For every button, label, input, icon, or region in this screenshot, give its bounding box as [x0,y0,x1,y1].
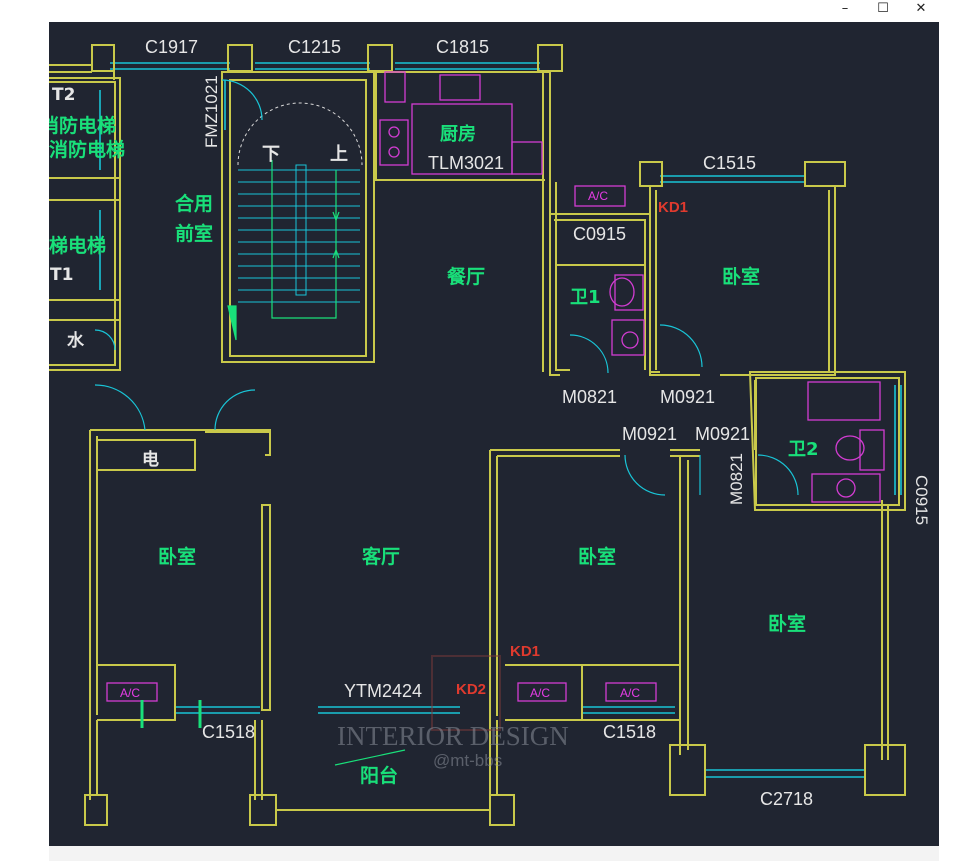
stair-arrows [227,160,340,341]
shared-lobby-label-2: 前室 [175,222,213,245]
elevator-label-3: 客梯电梯 [49,234,106,257]
elevator-t2-label: T2 [52,85,75,105]
electric-room-label: 电 [142,449,159,470]
door-m0921-label: M0921 [622,424,677,444]
annotation-labels: C1917 C1215 C1815 FMZ1021 TLM3021 C1515 … [120,37,931,809]
window-c2718-label: C2718 [760,789,813,809]
water-room-label: 水 [67,330,85,351]
window-c1215-label: C1215 [288,37,341,57]
elevator-label-1: 消防电梯 [49,114,116,137]
shared-lobby-label-1: 合用 [175,192,213,215]
door-tlm3021-label: TLM3021 [428,153,504,173]
minimize-button[interactable]: – [826,0,864,18]
status-bar [49,846,939,861]
door-m0821-label: M0821 [727,453,746,505]
app-window: – ☐ ✕ T2 消防电梯 兼消防电梯 客梯电梯 T1 水 合用 前室 下 上 … [49,0,939,861]
elevator-t1-label: T1 [50,265,73,285]
bedroom-w-label: 卧室 [158,545,196,568]
close-button[interactable]: ✕ [902,0,940,18]
door-fmz1021-label: FMZ1021 [202,75,221,148]
axis-ticks [140,700,202,728]
door-m0921-label: M0921 [660,387,715,407]
living-room-label: 客厅 [362,545,400,568]
ac-unit-label: A/C [530,686,550,700]
bath1-label: 卫1 [570,287,601,308]
door-m0921-label: M0921 [695,424,750,444]
elevator-label-2: 兼消防电梯 [49,138,125,161]
balcony-leader [334,749,406,766]
window-c1518-label: C1518 [603,722,656,742]
kd1-tag: KD1 [510,643,540,660]
window-c1815-label: C1815 [436,37,489,57]
ac-unit-label: A/C [620,686,640,700]
door-ytm2424-label: YTM2424 [344,681,422,701]
maximize-button[interactable]: ☐ [864,0,902,18]
ac-unit-label: A/C [588,189,608,203]
watermark-handle: @mt-bbs [433,751,502,770]
bath2-label: 卫2 [788,439,819,460]
door-m0821-label: M0821 [562,387,617,407]
balcony-label: 阳台 [360,764,398,787]
stair-up-label: 上 [330,144,348,165]
cad-drawing-canvas[interactable]: T2 消防电梯 兼消防电梯 客梯电梯 T1 水 合用 前室 下 上 厨房 餐厅 … [49,22,939,846]
stair-treads [237,102,363,303]
stair-down-label: 下 [262,144,280,165]
window-c1917-label: C1917 [145,37,198,57]
floor-plan: T2 消防电梯 兼消防电梯 客梯电梯 T1 水 合用 前室 下 上 厨房 餐厅 … [49,37,931,826]
ac-unit-label: A/C [120,686,140,700]
dining-label: 餐厅 [447,265,485,288]
window-c1515-label: C1515 [703,153,756,173]
window-c0915-label: C0915 [912,475,931,525]
window-c1518-label: C1518 [202,722,255,742]
title-bar: – ☐ ✕ [49,0,939,22]
bedroom-e-label: 卧室 [768,612,806,635]
kd2-tag: KD2 [456,681,486,698]
window-c0915-label: C0915 [573,224,626,244]
kitchen-label: 厨房 [440,123,476,145]
kd1-tag: KD1 [658,199,688,216]
bedroom-c-label: 卧室 [578,545,616,568]
bedroom-ne-label: 卧室 [722,265,760,288]
watermark-text: INTERIOR DESIGN [337,721,569,751]
